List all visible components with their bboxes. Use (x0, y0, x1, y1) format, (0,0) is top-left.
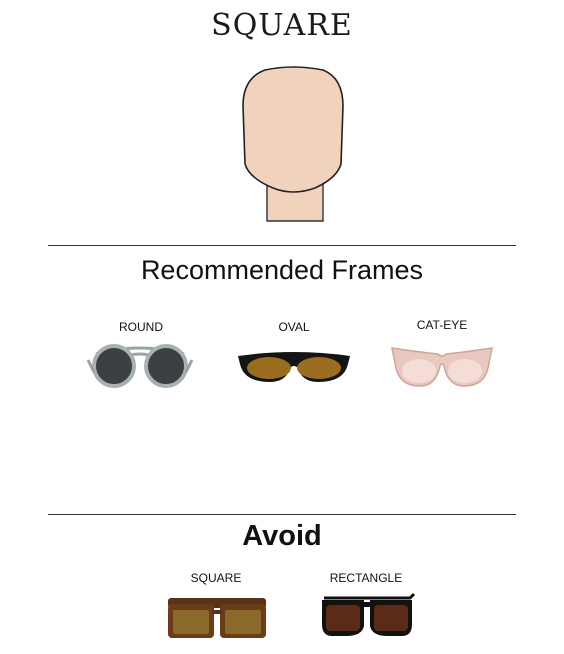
page-title: SQUARE (211, 8, 353, 43)
avoid-heading: Avoid (242, 520, 322, 552)
oval-sunglasses-icon (238, 352, 350, 382)
rectangle-sunglasses-icon (322, 592, 416, 636)
frame-label-rectangle: RECTANGLE (329, 571, 403, 585)
frame-label-square: SQUARE (190, 571, 242, 585)
frame-label-cat-eye: CAT-EYE (416, 318, 468, 332)
square-sunglasses-icon (168, 598, 266, 638)
recommended-heading: Recommended Frames (140, 255, 424, 285)
divider-top (48, 245, 516, 246)
cat-eye-sunglasses-icon (391, 347, 493, 387)
square-face-icon (242, 66, 344, 222)
divider-bottom (48, 514, 516, 515)
round-glasses-icon (86, 344, 194, 388)
frame-label-round: ROUND (119, 320, 163, 334)
frame-label-oval: OVAL (278, 320, 310, 334)
